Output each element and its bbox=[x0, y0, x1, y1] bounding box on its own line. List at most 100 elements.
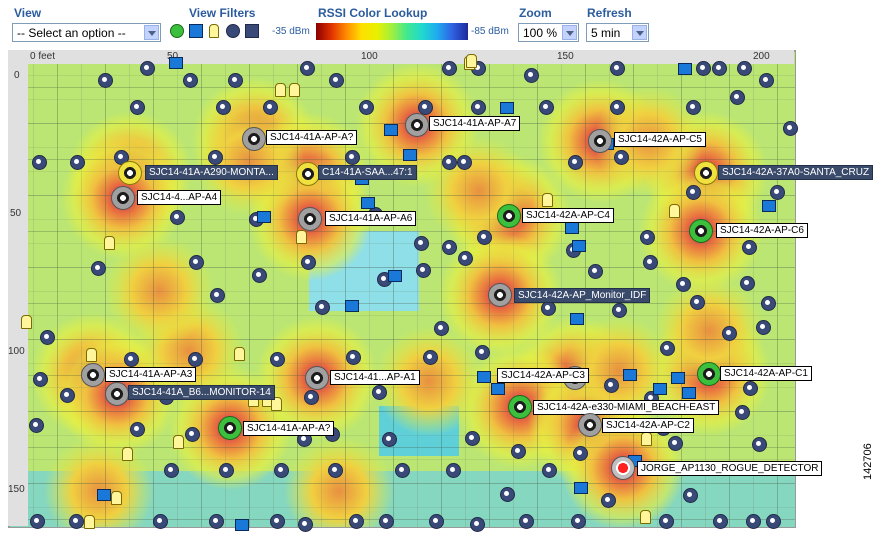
tag-icon[interactable] bbox=[86, 348, 97, 362]
rogue-device-icon[interactable] bbox=[130, 100, 145, 115]
client-device-icon[interactable] bbox=[762, 200, 776, 212]
rogue-device-icon[interactable] bbox=[208, 150, 223, 165]
access-point-label[interactable]: SJC14-42A-e330-MIAMI_BEACH-EAST bbox=[533, 400, 720, 415]
tag-icon[interactable] bbox=[275, 83, 286, 97]
rogue-device-icon[interactable] bbox=[345, 150, 360, 165]
access-point-label[interactable]: SJC14-41A-AP-A? bbox=[266, 130, 358, 145]
rogue-device-icon[interactable] bbox=[274, 463, 289, 478]
rogue-device-icon[interactable] bbox=[696, 61, 711, 76]
rogue-device-icon[interactable] bbox=[686, 185, 701, 200]
access-point-label[interactable]: SJC14-42A-37A0-SANTA_CRUZ bbox=[718, 165, 874, 180]
access-point-icon[interactable] bbox=[497, 204, 521, 228]
client-device-icon[interactable] bbox=[491, 383, 505, 395]
rogue-device-icon[interactable] bbox=[713, 514, 728, 529]
rogue-device-icon[interactable] bbox=[442, 240, 457, 255]
rogue-device-icon[interactable] bbox=[640, 230, 655, 245]
rogue-device-icon[interactable] bbox=[33, 372, 48, 387]
access-point-icon[interactable] bbox=[218, 416, 242, 440]
rogue-device-icon[interactable] bbox=[676, 277, 691, 292]
access-point-filter-icon[interactable] bbox=[170, 24, 184, 38]
access-point-icon[interactable] bbox=[81, 363, 105, 387]
rogue-device-icon[interactable] bbox=[686, 100, 701, 115]
client-device-icon[interactable] bbox=[570, 313, 584, 325]
rogue-device-icon[interactable] bbox=[458, 251, 473, 266]
access-point-label[interactable]: SJC14-42A-AP-C4 bbox=[522, 208, 614, 223]
client-device-icon[interactable] bbox=[384, 124, 398, 136]
client-device-icon[interactable] bbox=[361, 197, 375, 209]
rogue-device-icon[interactable] bbox=[442, 155, 457, 170]
rogue-device-icon[interactable] bbox=[300, 61, 315, 76]
rogue-device-icon[interactable] bbox=[228, 73, 243, 88]
rogue-device-icon[interactable] bbox=[219, 463, 234, 478]
rogue-device-icon[interactable] bbox=[153, 514, 168, 529]
rogue-device-icon[interactable] bbox=[511, 444, 526, 459]
rogue-device-icon[interactable] bbox=[740, 276, 755, 291]
rogue-device-icon[interactable] bbox=[189, 255, 204, 270]
rogue-device-icon[interactable] bbox=[69, 514, 84, 529]
tag-icon[interactable] bbox=[289, 83, 300, 97]
rogue-device-icon[interactable] bbox=[524, 68, 539, 83]
rogue-device-icon[interactable] bbox=[423, 350, 438, 365]
access-point-icon[interactable] bbox=[111, 186, 135, 210]
rogue-device-icon[interactable] bbox=[301, 255, 316, 270]
rogue-device-icon[interactable] bbox=[183, 73, 198, 88]
rogue-device-icon[interactable] bbox=[756, 320, 771, 335]
client-device-icon[interactable] bbox=[671, 372, 685, 384]
client-device-icon[interactable] bbox=[388, 270, 402, 282]
rogue-device-icon[interactable] bbox=[446, 463, 461, 478]
rogue-device-icon[interactable] bbox=[746, 514, 761, 529]
rogue-device-icon[interactable] bbox=[601, 493, 616, 508]
rogue-device-icon[interactable] bbox=[32, 155, 47, 170]
rogue-device-icon[interactable] bbox=[124, 352, 139, 367]
rogue-device-icon[interactable] bbox=[683, 488, 698, 503]
rogue-device-icon[interactable] bbox=[783, 121, 798, 136]
client-device-icon[interactable] bbox=[565, 222, 579, 234]
rogue-device-icon[interactable] bbox=[414, 236, 429, 251]
rogue-device-icon[interactable] bbox=[614, 150, 629, 165]
rogue-device-icon[interactable] bbox=[465, 431, 480, 446]
rogue-device-icon[interactable] bbox=[752, 437, 767, 452]
tag-icon[interactable] bbox=[173, 435, 184, 449]
rogue-device-icon[interactable] bbox=[660, 341, 675, 356]
access-point-icon[interactable] bbox=[405, 113, 429, 137]
tag-icon[interactable] bbox=[104, 236, 115, 250]
rogue-device-icon[interactable] bbox=[759, 73, 774, 88]
rogue-device-icon[interactable] bbox=[329, 73, 344, 88]
rogue-device-icon[interactable] bbox=[471, 100, 486, 115]
rogue-device-icon[interactable] bbox=[395, 463, 410, 478]
rogue-device-icon[interactable] bbox=[210, 288, 225, 303]
rogue-device-icon[interactable] bbox=[91, 261, 106, 276]
tag-icon[interactable] bbox=[296, 230, 307, 244]
rogue-device-icon[interactable] bbox=[379, 514, 394, 529]
rogue-device-icon[interactable] bbox=[429, 514, 444, 529]
access-point-icon[interactable] bbox=[296, 162, 320, 186]
tag-icon[interactable] bbox=[21, 315, 32, 329]
view-select[interactable]: -- Select an option -- bbox=[12, 23, 161, 42]
access-point-label[interactable]: SJC14-41A-AP-A6 bbox=[325, 211, 417, 226]
access-point-label[interactable]: JORGE_AP1130_ROGUE_DETECTOR bbox=[637, 461, 823, 476]
rogue-device-icon[interactable] bbox=[588, 264, 603, 279]
tag-icon[interactable] bbox=[466, 54, 477, 68]
access-point-icon[interactable] bbox=[689, 219, 713, 243]
rogue-device-icon[interactable] bbox=[659, 514, 674, 529]
rogue-device-icon[interactable] bbox=[252, 268, 267, 283]
tag-icon[interactable] bbox=[234, 347, 245, 361]
access-point-label[interactable]: SJC14-41A_B6...MONITOR-14 bbox=[128, 385, 275, 400]
access-point-icon[interactable] bbox=[578, 413, 602, 437]
rogue-device-icon[interactable] bbox=[541, 301, 556, 316]
rogue-device-icon[interactable] bbox=[270, 514, 285, 529]
rogue-device-icon[interactable] bbox=[140, 61, 155, 76]
client-device-icon[interactable] bbox=[403, 149, 417, 161]
rogue-device-icon[interactable] bbox=[470, 517, 485, 532]
access-point-icon[interactable] bbox=[488, 283, 512, 307]
client-device-icon[interactable] bbox=[682, 387, 696, 399]
tag-icon[interactable] bbox=[640, 510, 651, 524]
rogue-device-icon[interactable] bbox=[500, 487, 515, 502]
access-point-icon[interactable] bbox=[298, 207, 322, 231]
rogue-device-icon[interactable] bbox=[643, 255, 658, 270]
rogue-device-icon[interactable] bbox=[690, 295, 705, 310]
rogue-device-icon[interactable] bbox=[519, 514, 534, 529]
rogue-device-icon[interactable] bbox=[130, 422, 145, 437]
access-point-label[interactable]: SJC14-42A-AP-C3 bbox=[497, 368, 589, 383]
rogue-device-icon[interactable] bbox=[40, 330, 55, 345]
